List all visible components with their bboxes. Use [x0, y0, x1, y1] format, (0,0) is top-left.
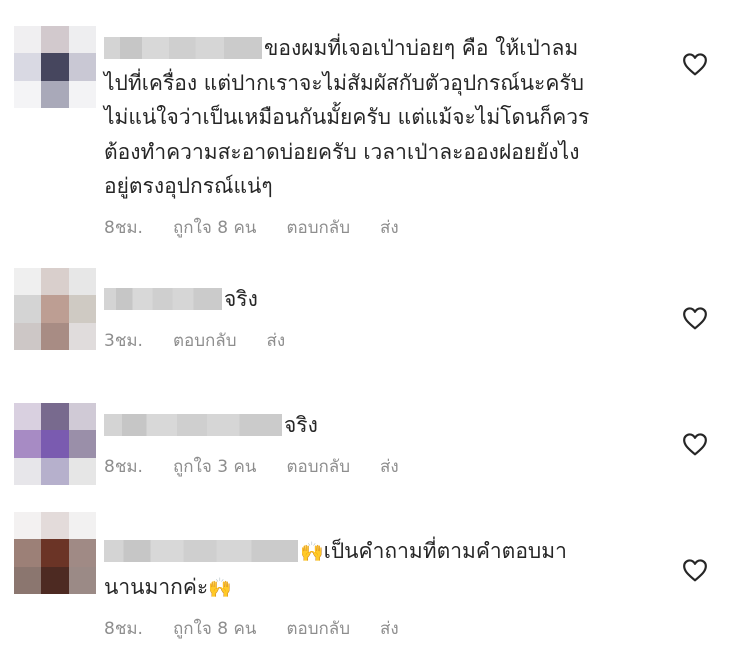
raising-hands-emoji: 🙌 [300, 541, 324, 563]
heart-outline-icon[interactable] [682, 558, 708, 582]
avatar-pixel [41, 53, 69, 81]
avatar-pixel [41, 512, 69, 540]
avatar-pixel [68, 53, 96, 81]
comment-meta: 8ชม. ถูกใจ 8 คน ตอบกลับ ส่ง [104, 615, 664, 642]
avatar-pixel [41, 295, 69, 323]
comment-text-line: 🙌เป็นคำถามที่ตามคำตอบมา [104, 534, 664, 570]
avatar-pixel [41, 539, 69, 567]
avatar-pixel [68, 539, 96, 567]
comment-body: 🙌เป็นคำถามที่ตามคำตอบมา นานมากค่ะ🙌 8ชม. … [104, 534, 664, 642]
avatar-pixel [68, 80, 96, 108]
avatar-pixel [14, 403, 42, 431]
reply-button[interactable]: ตอบกลับ [286, 214, 350, 241]
comment-time: 8ชม. [104, 456, 143, 477]
avatar[interactable] [14, 268, 96, 350]
avatar[interactable] [14, 403, 96, 485]
comment-meta: 3ชม. ตอบกลับ ส่ง [104, 327, 664, 354]
avatar-pixel [14, 53, 42, 81]
avatar-pixel [14, 80, 42, 108]
heart-outline-icon[interactable] [682, 432, 708, 456]
avatar-pixel [68, 403, 96, 431]
avatar-pixel [41, 268, 69, 296]
likes-count-link[interactable]: ถูกใจ 8 คน [173, 214, 256, 241]
comment-text-line: จริง [104, 282, 664, 317]
blurred-username[interactable] [104, 288, 222, 310]
avatar-pixel [14, 430, 42, 458]
comment-text-line: ไปที่เครื่อง แต่ปากเราจะไม่สัมผัสกับตัวอ… [104, 70, 584, 95]
avatar-pixel [68, 295, 96, 323]
avatar-pixel [41, 566, 69, 594]
avatar-pixel [14, 539, 42, 567]
avatar-pixel [14, 457, 42, 485]
avatar-pixel [68, 268, 96, 296]
likes-count-link[interactable]: ถูกใจ 3 คน [173, 453, 256, 480]
avatar-pixel [68, 430, 96, 458]
comment-time: 3ชม. [104, 330, 143, 351]
send-button[interactable]: ส่ง [380, 214, 399, 241]
comment-body: จริง 8ชม. ถูกใจ 3 คน ตอบกลับ ส่ง [104, 408, 664, 480]
likes-count-link[interactable]: ถูกใจ 8 คน [173, 615, 256, 642]
avatar-pixel [14, 566, 42, 594]
avatar-pixel [14, 26, 42, 54]
send-button[interactable]: ส่ง [380, 453, 399, 480]
heart-outline-icon[interactable] [682, 306, 708, 330]
comment-text-line: ต้องทำความสะอาดบ่อยครับ เวลาเป่าละอองฝอย… [104, 139, 580, 164]
comment-body: จริง 3ชม. ตอบกลับ ส่ง [104, 282, 664, 354]
comment-time: 8ชม. [104, 217, 143, 238]
blurred-username[interactable] [104, 540, 298, 562]
avatar-pixel [68, 457, 96, 485]
comment-time: 8ชม. [104, 619, 143, 639]
avatar-pixel [41, 80, 69, 108]
blurred-username[interactable] [104, 37, 262, 59]
avatar-pixel [41, 457, 69, 485]
avatar-pixel [41, 430, 69, 458]
avatar-pixel [14, 322, 42, 350]
reply-button[interactable]: ตอบกลับ [286, 615, 350, 642]
avatar-pixel [41, 26, 69, 54]
comment-body: ของผมที่เจอเป่าบ่อยๆ คือ ให้เป่าลม ไปที่… [104, 31, 664, 241]
comment-text-line: อยู่ตรงอุปกรณ์แน่ๆ [104, 174, 273, 198]
heart-outline-icon[interactable] [682, 52, 708, 76]
avatar-pixel [14, 295, 42, 323]
reply-button[interactable]: ตอบกลับ [286, 453, 350, 480]
avatar-pixel [41, 403, 69, 431]
avatar[interactable] [14, 26, 96, 108]
comment-text-line: ของผมที่เจอเป่าบ่อยๆ คือ ให้เป่าลม [104, 31, 664, 66]
avatar[interactable] [14, 512, 96, 594]
reply-button[interactable]: ตอบกลับ [173, 327, 237, 354]
comment-meta: 8ชม. ถูกใจ 8 คน ตอบกลับ ส่ง [104, 214, 664, 241]
avatar-pixel [68, 322, 96, 350]
avatar-pixel [68, 26, 96, 54]
avatar-pixel [14, 268, 42, 296]
avatar-pixel [68, 566, 96, 594]
send-button[interactable]: ส่ง [380, 615, 399, 642]
blurred-username[interactable] [104, 414, 282, 436]
comment-text-line: ไม่แน่ใจว่าเป็นเหมือนกันมั้ยครับ แต่แม้จ… [104, 105, 590, 129]
comment-meta: 8ชม. ถูกใจ 3 คน ตอบกลับ ส่ง [104, 453, 664, 480]
avatar-pixel [68, 512, 96, 540]
comment-text-line: นานมากค่ะ🙌 [104, 574, 232, 599]
avatar-pixel [14, 512, 42, 540]
avatar-pixel [41, 322, 69, 350]
comment-text-line: จริง [104, 408, 664, 443]
send-button[interactable]: ส่ง [267, 327, 286, 354]
raising-hands-emoji: 🙌 [208, 576, 232, 599]
